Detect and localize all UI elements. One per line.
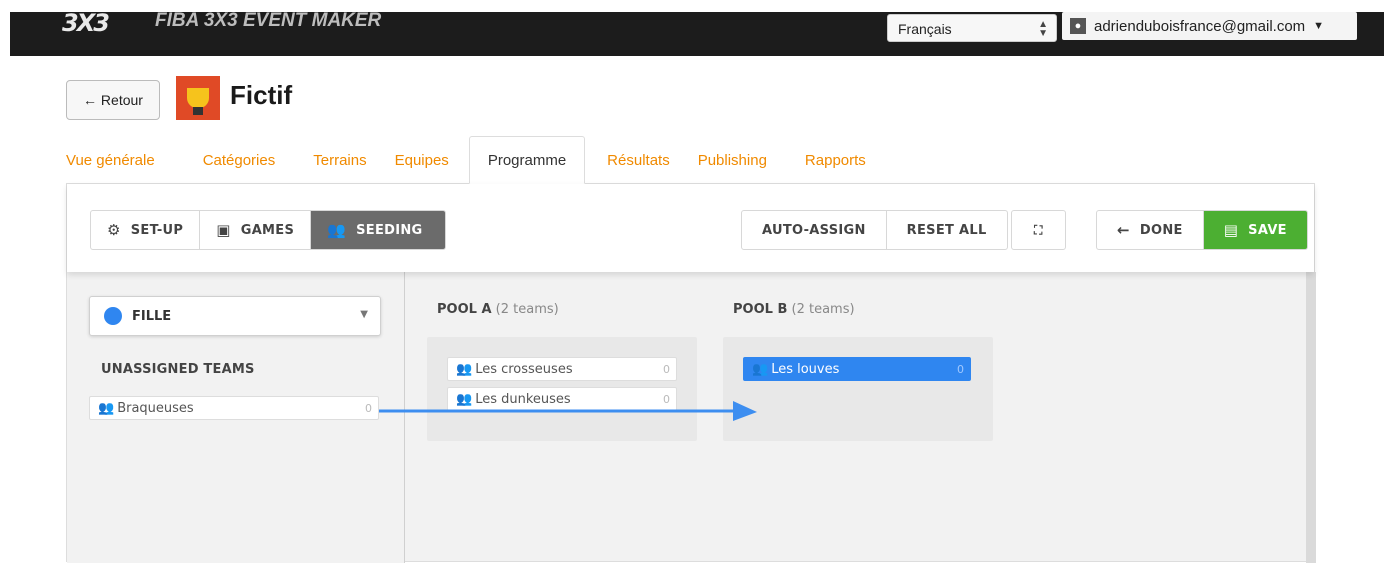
event-title: Fictif — [230, 80, 293, 110]
save-button[interactable]: ▤ SAVE — [1203, 211, 1307, 249]
back-button-label: ← Retour — [83, 92, 143, 108]
user-menu[interactable]: ● adrienduboisfrance@gmail.com ▼ — [1062, 12, 1357, 40]
tab-equipes[interactable]: Equipes — [395, 136, 449, 184]
tab-resultats[interactable]: Résultats — [607, 136, 670, 184]
gear-icon: ⚙ — [107, 221, 121, 239]
games-button[interactable]: ▣ GAMES — [200, 211, 312, 249]
people-icon: 👥 — [98, 400, 114, 416]
category-color-dot — [104, 307, 122, 325]
people-icon: 👥 — [327, 221, 347, 239]
trophy-base-shape — [193, 107, 203, 115]
tab-vue-generale[interactable]: Vue générale — [66, 136, 155, 184]
fullscreen-icon: ⛶ — [1034, 222, 1043, 237]
logo-mark: 3X3 — [62, 9, 110, 37]
category-value: FILLE — [132, 308, 172, 324]
pool-b-count: (2 teams) — [791, 302, 855, 317]
team-card-selected[interactable]: 👥 Les louves 0 — [743, 357, 971, 381]
done-label: DONE — [1139, 222, 1183, 238]
language-select[interactable]: Français ▲ ▼ — [887, 14, 1057, 42]
back-button[interactable]: ← Retour — [66, 80, 160, 120]
pool-a-title: POOL A (2 teams) — [437, 302, 559, 317]
toolbar: ⚙ SET-UP ▣ GAMES 👥 SEEDING AUTO-ASSIGN R… — [67, 184, 1314, 272]
user-email: adrienduboisfrance@gmail.com — [1094, 17, 1306, 35]
people-icon: 👥 — [752, 361, 768, 377]
right-edge-shadow — [1306, 272, 1316, 563]
trophy-cup-shape — [187, 88, 209, 108]
team-card[interactable]: 👥 Les crosseuses 0 — [447, 357, 677, 381]
arrow-left-icon: ← — [1117, 221, 1130, 239]
pool-b-name: POOL B — [733, 302, 788, 317]
floppy-icon: ▤ — [1223, 221, 1239, 239]
setup-label: SET-UP — [130, 222, 184, 238]
tab-categories[interactable]: Catégories — [203, 136, 276, 184]
seeding-button[interactable]: 👥 SEEDING — [311, 211, 446, 249]
unassigned-title: UNASSIGNED TEAMS — [101, 362, 255, 377]
top-bar: 3X3 FIBA 3X3 EVENT MAKER Français ▲ ▼ ● a… — [10, 9, 1384, 56]
team-name: Les louves — [771, 361, 840, 377]
pool-a-name: POOL A — [437, 302, 492, 317]
select-arrows-icon: ▲ ▼ — [1038, 19, 1048, 39]
calendar-icon: ▣ — [216, 221, 231, 239]
drag-arrow-head — [733, 401, 757, 421]
team-name: Les crosseuses — [475, 361, 573, 377]
done-save-group: ← DONE ▤ SAVE — [1096, 210, 1308, 250]
team-card[interactable]: 👥 Braqueuses 0 — [89, 396, 379, 420]
pool-a-count: (2 teams) — [495, 302, 559, 317]
category-select[interactable]: FILLE ▼ — [89, 296, 381, 336]
pool-b-dropzone[interactable] — [723, 337, 993, 441]
team-count: 0 — [957, 362, 964, 376]
language-value: Français — [898, 21, 952, 37]
done-button[interactable]: ← DONE — [1097, 211, 1204, 249]
main-tabs: Vue générale Catégories Terrains Equipes… — [66, 136, 866, 184]
team-count: 0 — [663, 362, 670, 376]
tab-terrains[interactable]: Terrains — [313, 136, 366, 184]
chevron-down-icon: ▼ — [360, 309, 368, 320]
view-mode-group: ⚙ SET-UP ▣ GAMES 👥 SEEDING — [90, 210, 447, 250]
drag-arrow-icon — [379, 401, 757, 421]
tab-rapports[interactable]: Rapports — [805, 136, 866, 184]
assign-group: AUTO-ASSIGN RESET ALL — [741, 210, 1008, 250]
pool-b-title: POOL B (2 teams) — [733, 302, 855, 317]
team-count: 0 — [365, 401, 372, 415]
tab-publishing[interactable]: Publishing — [698, 136, 767, 184]
people-icon: 👥 — [456, 361, 472, 377]
fullscreen-group: ⛶ — [1011, 210, 1066, 250]
team-name: Braqueuses — [117, 400, 194, 416]
fiba-logo: 3X3 — [62, 9, 110, 37]
fullscreen-button[interactable]: ⛶ — [1012, 211, 1065, 249]
games-label: GAMES — [240, 222, 295, 238]
chevron-down-icon: ▼ — [1313, 20, 1325, 32]
reset-all-button[interactable]: RESET ALL — [887, 211, 1007, 249]
unassigned-column: FILLE ▼ UNASSIGNED TEAMS 👥 Braqueuses 0 — [67, 272, 405, 563]
seeding-label: SEEDING — [356, 222, 423, 238]
user-icon: ● — [1070, 18, 1086, 34]
programme-panel: ⚙ SET-UP ▣ GAMES 👥 SEEDING AUTO-ASSIGN R… — [66, 183, 1316, 563]
trophy-icon — [176, 76, 220, 120]
save-label: SAVE — [1248, 222, 1287, 238]
tab-programme[interactable]: Programme — [468, 136, 586, 184]
auto-assign-button[interactable]: AUTO-ASSIGN — [742, 211, 887, 249]
setup-button[interactable]: ⚙ SET-UP — [91, 211, 201, 249]
app-title: FIBA 3X3 EVENT MAKER — [155, 10, 382, 31]
